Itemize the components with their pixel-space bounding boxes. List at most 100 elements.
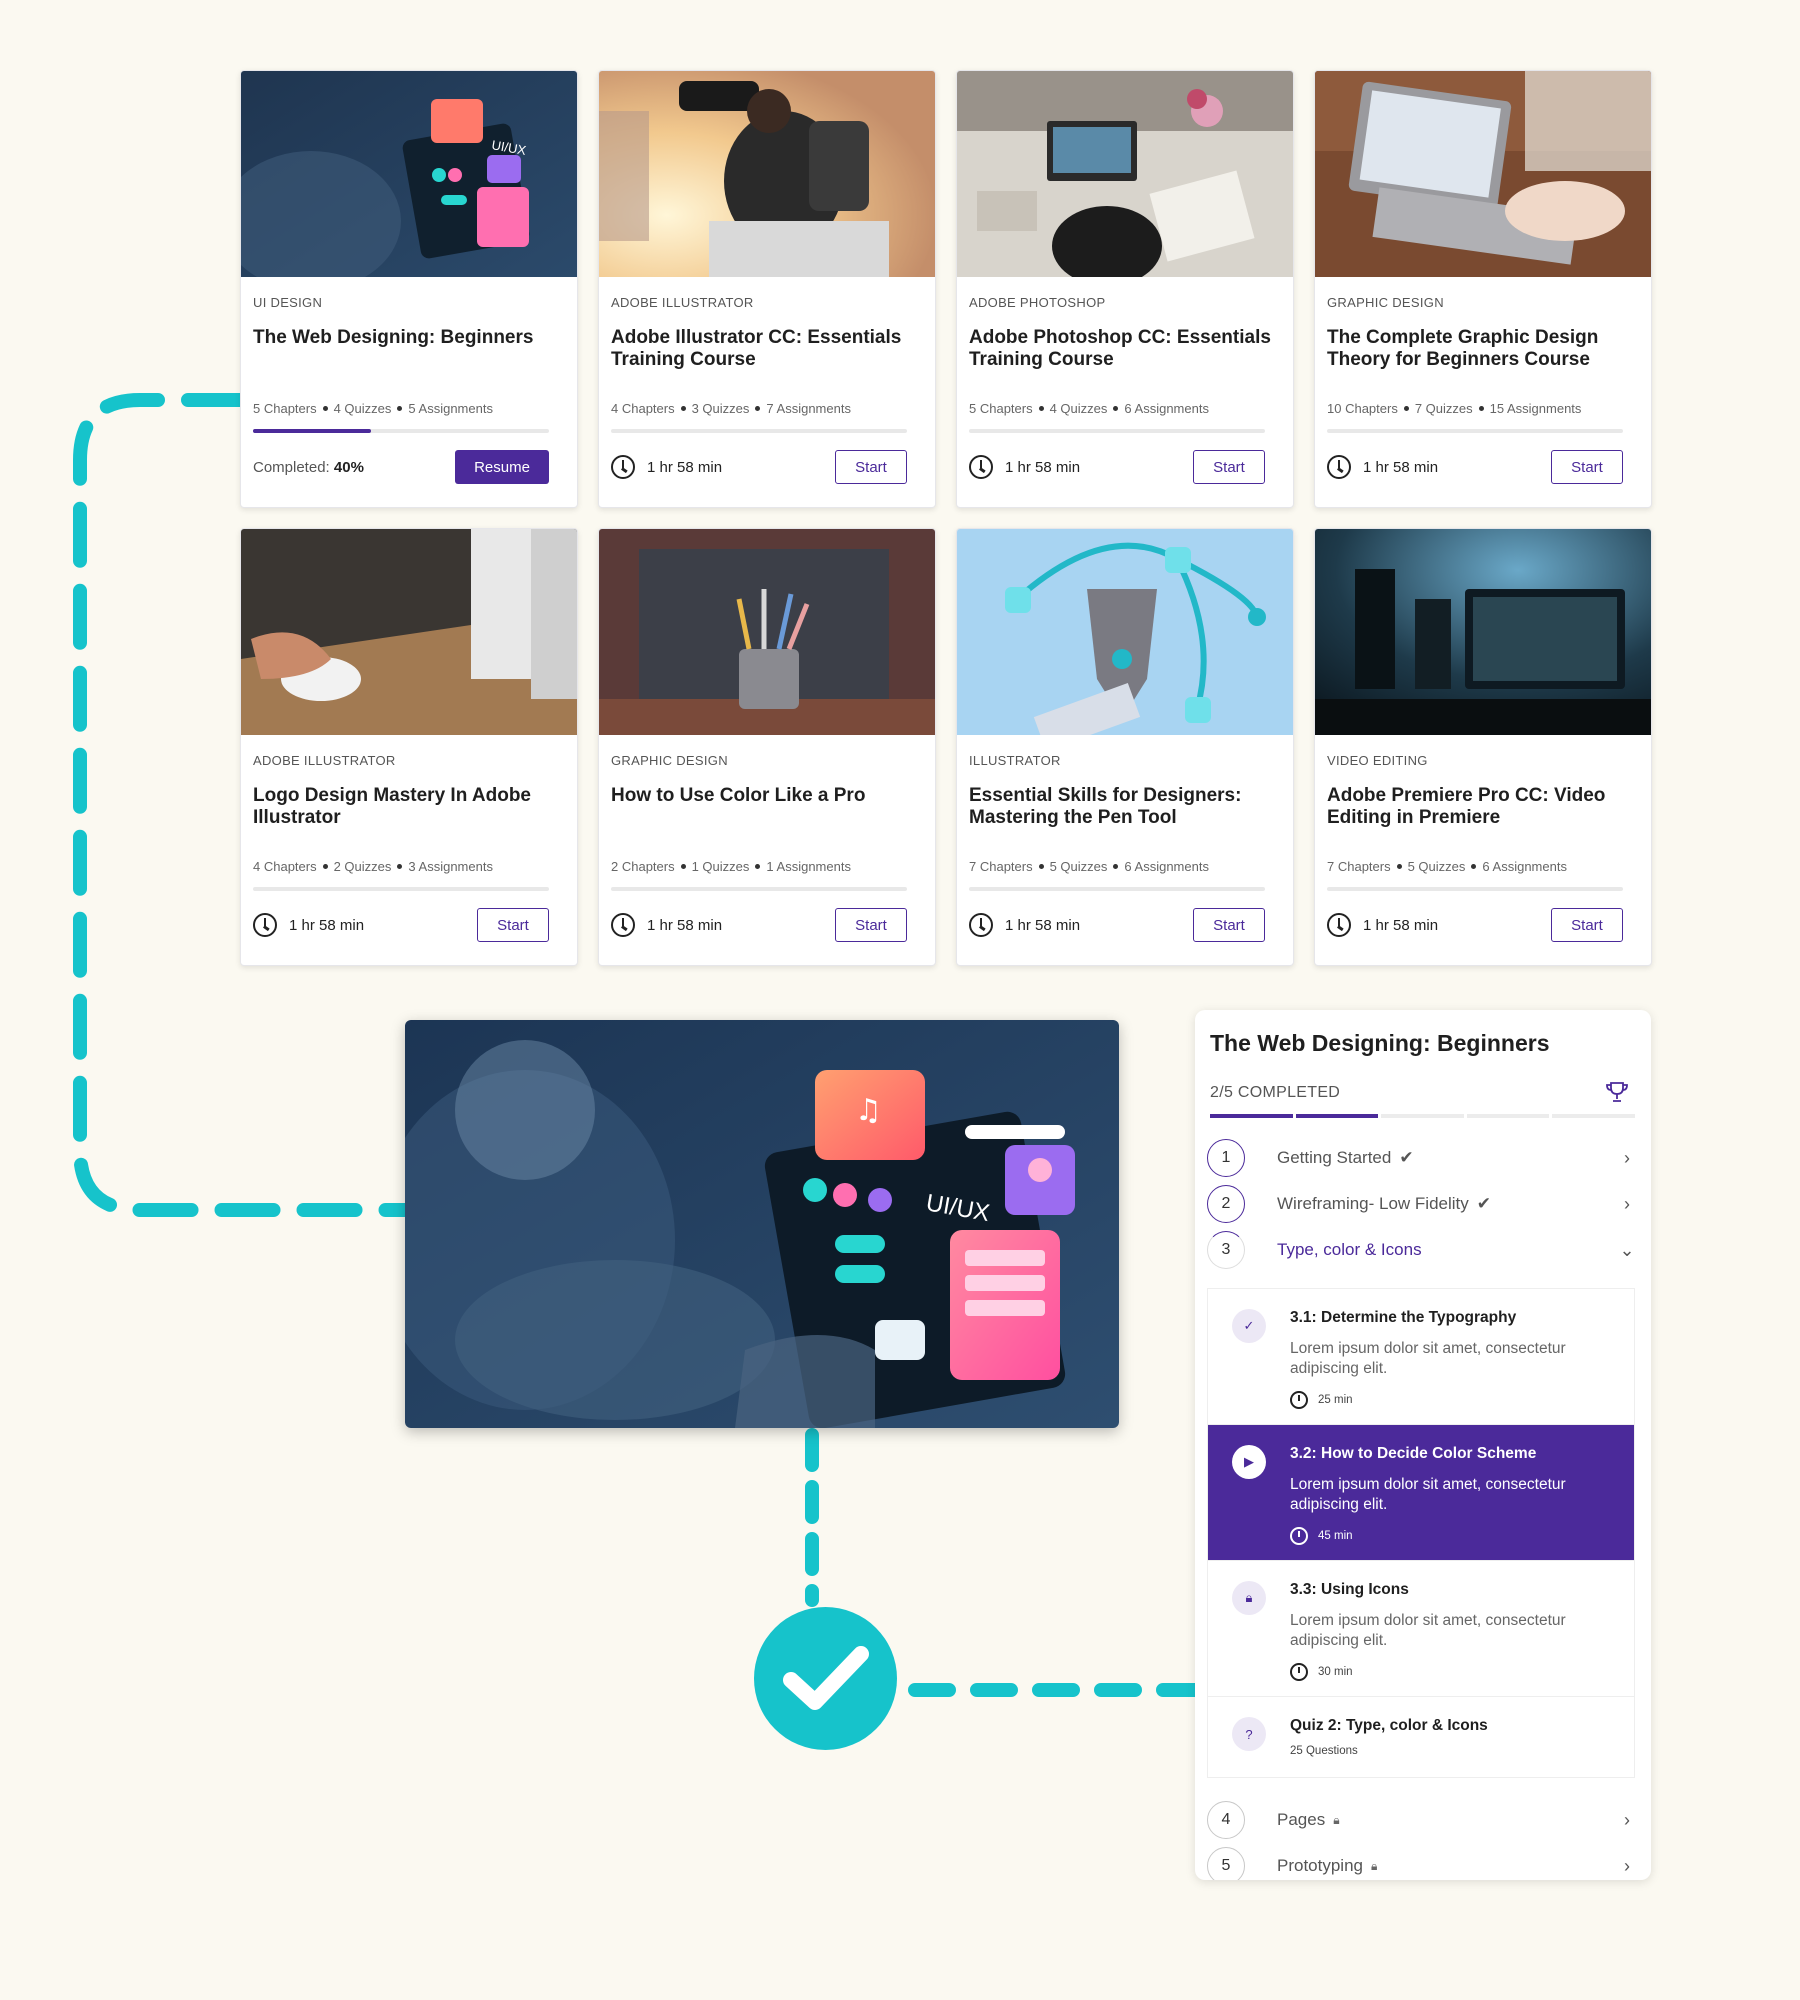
course-title[interactable]: Logo Design Mastery In Adobe Illustrator (253, 785, 563, 829)
course-title[interactable]: Essential Skills for Designers: Masterin… (969, 785, 1279, 829)
step-number: 2 (1207, 1185, 1245, 1223)
course-duration: 1 hr 58 min (1327, 455, 1438, 479)
step-number: 3 (1207, 1231, 1245, 1269)
course-meta: 5 Chapters 4 Quizzes 5 Assignments (253, 401, 493, 416)
lesson-title: 3.2: How to Decide Color Scheme (1290, 1445, 1537, 1462)
step-getting-started[interactable]: 1 Getting Started ✔ › (1207, 1138, 1637, 1178)
step-number: 4 (1207, 1801, 1245, 1839)
chevron-right-icon[interactable]: › (1617, 1810, 1637, 1831)
start-button[interactable]: Start (835, 450, 907, 484)
clock-icon (1327, 913, 1351, 937)
course-card[interactable]: UI/UX UI DESIGN The Web Designing: Begin… (240, 70, 578, 508)
course-card[interactable]: ILLUSTRATOR Essential Skills for Designe… (956, 528, 1294, 966)
course-title[interactable]: Adobe Photoshop CC: Essentials Training … (969, 327, 1279, 371)
chevron-down-icon[interactable]: ⌄ (1617, 1240, 1637, 1261)
progress-bar (969, 887, 1265, 891)
step-wireframing[interactable]: 2 Wireframing- Low Fidelity ✔ › (1207, 1184, 1637, 1224)
course-thumbnail (1315, 529, 1651, 735)
course-title[interactable]: Adobe Illustrator CC: Essentials Trainin… (611, 327, 921, 371)
lesson-item[interactable]: ✓ 3.1: Determine the Typography Lorem ip… (1208, 1289, 1634, 1425)
lock-icon: 🔒︎ (1333, 1812, 1340, 1827)
course-card[interactable]: ADOBE PHOTOSHOP Adobe Photoshop CC: Esse… (956, 70, 1294, 508)
lesson-list: ✓ 3.1: Determine the Typography Lorem ip… (1207, 1288, 1635, 1778)
course-hero-image: ♫ UI/UX (405, 1020, 1119, 1428)
course-meta: 2 Chapters 1 Quizzes 1 Assignments (611, 859, 851, 874)
chevron-right-icon[interactable]: › (1617, 1148, 1637, 1169)
course-title[interactable]: How to Use Color Like a Pro (611, 785, 921, 807)
step-label: Pages (1277, 1810, 1326, 1829)
step-label: Wireframing- Low Fidelity (1277, 1194, 1469, 1213)
clock-icon (253, 913, 277, 937)
resume-button[interactable]: Resume (455, 450, 549, 484)
card-footer: 1 hr 58 min Start (253, 907, 549, 943)
lock-icon: 🔒︎ (1232, 1581, 1266, 1615)
course-card[interactable]: GRAPHIC DESIGN The Complete Graphic Desi… (1314, 70, 1652, 508)
course-card[interactable]: VIDEO EDITING Adobe Premiere Pro CC: Vid… (1314, 528, 1652, 966)
lesson-title: 3.1: Determine the Typography (1290, 1309, 1517, 1326)
progress-label: 2/5 COMPLETED (1210, 1084, 1341, 1101)
card-footer: 1 hr 58 min Start (969, 907, 1265, 943)
card-footer: 1 hr 58 min Start (611, 907, 907, 943)
step-number: 5 (1207, 1847, 1245, 1880)
lesson-description: Lorem ipsum dolor sit amet, consectetur … (1290, 1476, 1566, 1513)
course-thumbnail (599, 529, 935, 735)
step-number: 1 (1207, 1139, 1245, 1177)
course-meta: 5 Chapters 4 Quizzes 6 Assignments (969, 401, 1209, 416)
course-thumbnail (599, 71, 935, 277)
start-button[interactable]: Start (1551, 908, 1623, 942)
chevron-right-icon[interactable]: › (1617, 1856, 1637, 1877)
step-type-color-icons[interactable]: 3 Type, color & Icons ⌄ (1207, 1230, 1637, 1270)
lesson-description: Lorem ipsum dolor sit amet, consectetur … (1290, 1612, 1566, 1649)
start-button[interactable]: Start (1193, 450, 1265, 484)
course-thumbnail (957, 71, 1293, 277)
course-duration: 1 hr 58 min (253, 913, 364, 937)
panel-title: The Web Designing: Beginners (1210, 1030, 1550, 1056)
course-category: ADOBE PHOTOSHOP (969, 295, 1106, 310)
clock-icon (1290, 1391, 1308, 1409)
progress-bar (253, 429, 549, 433)
course-title[interactable]: Adobe Premiere Pro CC: Video Editing in … (1327, 785, 1637, 829)
lock-icon: 🔒︎ (1371, 1858, 1378, 1873)
card-footer: Completed: 40% Resume (253, 449, 549, 485)
progress-bar (611, 429, 907, 433)
course-thumbnail (957, 529, 1293, 735)
lesson-title: 3.3: Using Icons (1290, 1581, 1409, 1598)
lesson-item[interactable]: 🔒︎ 3.3: Using Icons Lorem ipsum dolor si… (1208, 1561, 1634, 1697)
progress-bar (969, 429, 1265, 433)
chevron-right-icon[interactable]: › (1617, 1194, 1637, 1215)
card-footer: 1 hr 58 min Start (1327, 907, 1623, 943)
start-button[interactable]: Start (477, 908, 549, 942)
course-category: ADOBE ILLUSTRATOR (253, 753, 396, 768)
progress-bar (1327, 887, 1623, 891)
course-meta: 10 Chapters 7 Quizzes 15 Assignments (1327, 401, 1582, 416)
course-title[interactable]: The Complete Graphic Design Theory for B… (1327, 327, 1637, 371)
course-title[interactable]: The Web Designing: Beginners (253, 327, 563, 349)
quiz-item[interactable]: ? Quiz 2: Type, color & Icons 25 Questio… (1208, 1697, 1634, 1777)
start-button[interactable]: Start (1551, 450, 1623, 484)
start-button[interactable]: Start (1193, 908, 1265, 942)
course-thumbnail (241, 529, 577, 735)
clock-icon (1327, 455, 1351, 479)
completed-status: Completed: 40% (253, 458, 364, 476)
course-card[interactable]: ADOBE ILLUSTRATOR Adobe Illustrator CC: … (598, 70, 936, 508)
course-duration: 1 hr 58 min (1327, 913, 1438, 937)
course-grid: UI/UX UI DESIGN The Web Designing: Begin… (240, 70, 1652, 966)
course-card[interactable]: GRAPHIC DESIGN How to Use Color Like a P… (598, 528, 936, 966)
progress-bar (253, 887, 549, 891)
lesson-duration: 45 min (1290, 1527, 1353, 1545)
course-outline-panel: The Web Designing: Beginners 2/5 COMPLET… (1195, 1010, 1651, 1880)
steps-progress-bar (1210, 1114, 1635, 1118)
step-prototyping[interactable]: 5 Prototyping 🔒︎ › (1207, 1846, 1637, 1880)
clock-icon (969, 913, 993, 937)
play-icon[interactable]: ▶ (1232, 1445, 1266, 1479)
lesson-item-active[interactable]: ▶ 3.2: How to Decide Color Scheme Lorem … (1208, 1425, 1634, 1561)
lesson-duration: 30 min (1290, 1663, 1353, 1681)
course-card[interactable]: ADOBE ILLUSTRATOR Logo Design Mastery In… (240, 528, 578, 966)
question-icon: ? (1232, 1717, 1266, 1751)
course-thumbnail: UI/UX (241, 71, 577, 277)
completion-badge (754, 1607, 897, 1750)
start-button[interactable]: Start (835, 908, 907, 942)
course-meta: 7 Chapters 5 Quizzes 6 Assignments (969, 859, 1209, 874)
course-category: GRAPHIC DESIGN (611, 753, 728, 768)
step-pages[interactable]: 4 Pages 🔒︎ › (1207, 1800, 1637, 1840)
